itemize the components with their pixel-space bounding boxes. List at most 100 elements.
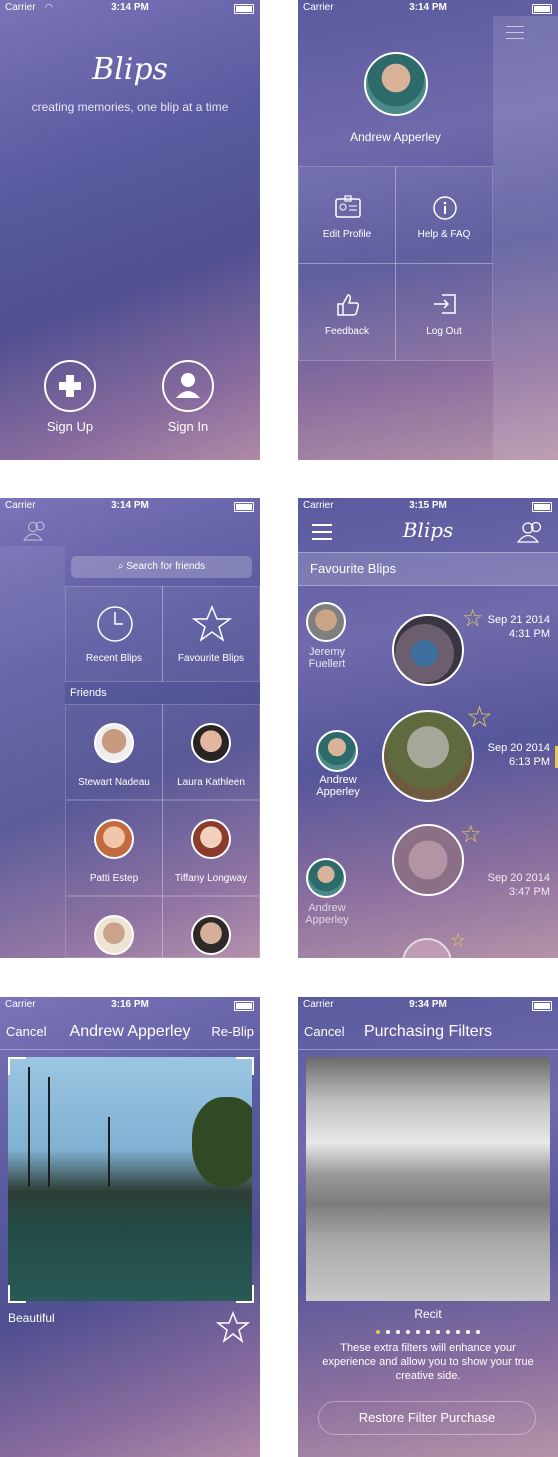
blip-time: 4:31 PM bbox=[509, 628, 550, 640]
friend-cell[interactable] bbox=[65, 896, 163, 958]
edit-profile-button[interactable]: Edit Profile bbox=[298, 166, 396, 264]
star-icon[interactable]: ☆ bbox=[462, 604, 484, 633]
app-title: Blips bbox=[92, 52, 168, 87]
blip-user: Jeremy Fuellert bbox=[308, 646, 346, 670]
blip-entry[interactable]: Andrew Apperley ☆ Sep 20 2014 3:47 PM bbox=[298, 820, 558, 932]
battery-icon bbox=[532, 502, 552, 512]
star-icon[interactable]: ☆ bbox=[460, 820, 482, 849]
avatar bbox=[306, 858, 346, 898]
friend-name: Tiffany Longway bbox=[174, 873, 248, 884]
hamburger-icon[interactable] bbox=[506, 26, 524, 39]
friends-section-title: Friends bbox=[70, 687, 107, 699]
status-bar: Carrier 3:16 PM bbox=[0, 997, 260, 1013]
page-dot bbox=[446, 1330, 450, 1334]
blip-time: 6:13 PM bbox=[509, 756, 550, 768]
reblip-button[interactable]: Re-Blip bbox=[211, 1024, 254, 1039]
feedback-label: Feedback bbox=[325, 326, 369, 337]
blip-date: Sep 20 2014 bbox=[487, 872, 550, 884]
status-bar: Carrier ◠ 3:14 PM bbox=[0, 0, 260, 16]
nav-title: Purchasing Filters bbox=[363, 1023, 493, 1040]
section-title: Favourite Blips bbox=[310, 561, 396, 576]
crop-corner bbox=[8, 1285, 26, 1303]
battery-icon bbox=[532, 4, 552, 14]
page-dot bbox=[416, 1330, 420, 1334]
filter-preview[interactable] bbox=[306, 1057, 550, 1301]
star-icon[interactable]: ☆ bbox=[466, 700, 493, 735]
sign-up-button[interactable]: Sign Up bbox=[42, 358, 98, 434]
blip-entry[interactable]: Jeremy Fuellert ☆ Sep 21 2014 4:31 PM bbox=[298, 598, 558, 698]
friend-name: Laura Kathleen bbox=[177, 777, 245, 788]
status-time: 3:16 PM bbox=[111, 999, 149, 1010]
user-name: Andrew Apperley bbox=[350, 130, 441, 144]
status-time: 3:14 PM bbox=[409, 2, 447, 13]
ship-mast bbox=[48, 1077, 50, 1187]
welcome-screen: Carrier ◠ 3:14 PM Blips creating memorie… bbox=[0, 0, 260, 460]
blip-photo[interactable] bbox=[402, 938, 452, 958]
ship-mast bbox=[108, 1117, 110, 1187]
status-bar: Carrier 9:34 PM bbox=[298, 997, 558, 1013]
friends-icon[interactable] bbox=[516, 520, 546, 544]
status-bar: Carrier 3:14 PM bbox=[0, 498, 260, 514]
favourite-blips-label: Favourite Blips bbox=[177, 653, 245, 664]
blip-photo[interactable] bbox=[392, 614, 464, 686]
blip-photo[interactable] bbox=[392, 824, 464, 896]
blip-photo[interactable] bbox=[382, 710, 474, 802]
avatar bbox=[306, 602, 346, 642]
friend-cell[interactable]: Laura Kathleen bbox=[162, 704, 260, 800]
star-icon bbox=[192, 605, 232, 642]
restore-purchase-button[interactable]: Restore Filter Purchase bbox=[318, 1401, 536, 1435]
sign-up-label: Sign Up bbox=[46, 419, 94, 434]
page-dot bbox=[386, 1330, 390, 1334]
blip-entry[interactable]: Andrew Apperley ☆ Sep 20 2014 6:13 PM bbox=[298, 701, 558, 816]
tree-silhouette bbox=[192, 1097, 252, 1187]
side-panel bbox=[493, 16, 558, 460]
status-bar: Carrier 3:15 PM bbox=[298, 498, 558, 514]
avatar bbox=[316, 730, 358, 772]
page-dot bbox=[456, 1330, 460, 1334]
friend-cell[interactable] bbox=[162, 896, 260, 958]
app-tagline: creating memories, one blip at a time bbox=[31, 100, 229, 114]
page-dot bbox=[376, 1330, 380, 1334]
avatar bbox=[94, 915, 134, 955]
logout-icon bbox=[434, 294, 456, 314]
filter-description: These extra filters will enhance your ex… bbox=[322, 1342, 534, 1382]
avatar[interactable] bbox=[364, 52, 428, 116]
page-indicator[interactable] bbox=[298, 1327, 558, 1334]
battery-icon bbox=[234, 502, 254, 512]
avatar bbox=[191, 723, 231, 763]
page-dot bbox=[476, 1330, 480, 1334]
status-time: 9:34 PM bbox=[409, 999, 447, 1010]
friends-icon[interactable] bbox=[22, 520, 50, 542]
crop-corner bbox=[236, 1057, 254, 1075]
left-edge-panel bbox=[0, 546, 65, 958]
page-dot bbox=[396, 1330, 400, 1334]
info-icon bbox=[433, 196, 457, 220]
search-icon: ⌕ bbox=[117, 561, 124, 572]
page-dot bbox=[466, 1330, 470, 1334]
favourite-blips-button[interactable]: Favourite Blips bbox=[162, 586, 260, 682]
search-placeholder: Search for friends bbox=[126, 561, 206, 572]
friend-cell[interactable]: Tiffany Longway bbox=[162, 800, 260, 896]
help-faq-button[interactable]: Help & FAQ bbox=[395, 166, 493, 264]
friend-cell[interactable]: Patti Estep bbox=[65, 800, 163, 896]
star-icon[interactable] bbox=[216, 1311, 250, 1343]
friend-name: Patti Estep bbox=[89, 873, 139, 884]
section-header: Favourite Blips bbox=[298, 552, 558, 586]
sign-in-button[interactable]: Sign In bbox=[160, 358, 216, 434]
recent-blips-button[interactable]: Recent Blips bbox=[65, 586, 163, 682]
friends-search-input[interactable]: ⌕ Search for friends bbox=[71, 556, 252, 578]
battery-icon bbox=[532, 1001, 552, 1011]
page-dot bbox=[426, 1330, 430, 1334]
avatar bbox=[94, 723, 134, 763]
avatar bbox=[191, 819, 231, 859]
log-out-button[interactable]: Log Out bbox=[395, 263, 493, 361]
feedback-button[interactable]: Feedback bbox=[298, 263, 396, 361]
profile-menu-screen: Carrier 3:14 PM Andrew Apperley Edit Pro… bbox=[298, 0, 558, 460]
log-out-label: Log Out bbox=[426, 326, 462, 337]
friend-cell[interactable]: Stewart Nadeau bbox=[65, 704, 163, 800]
status-time: 3:14 PM bbox=[111, 500, 149, 511]
battery-icon bbox=[234, 1001, 254, 1011]
photo-caption: Beautiful bbox=[8, 1311, 55, 1325]
star-icon[interactable]: ☆ bbox=[450, 930, 466, 951]
blip-date: Sep 21 2014 bbox=[487, 614, 550, 626]
